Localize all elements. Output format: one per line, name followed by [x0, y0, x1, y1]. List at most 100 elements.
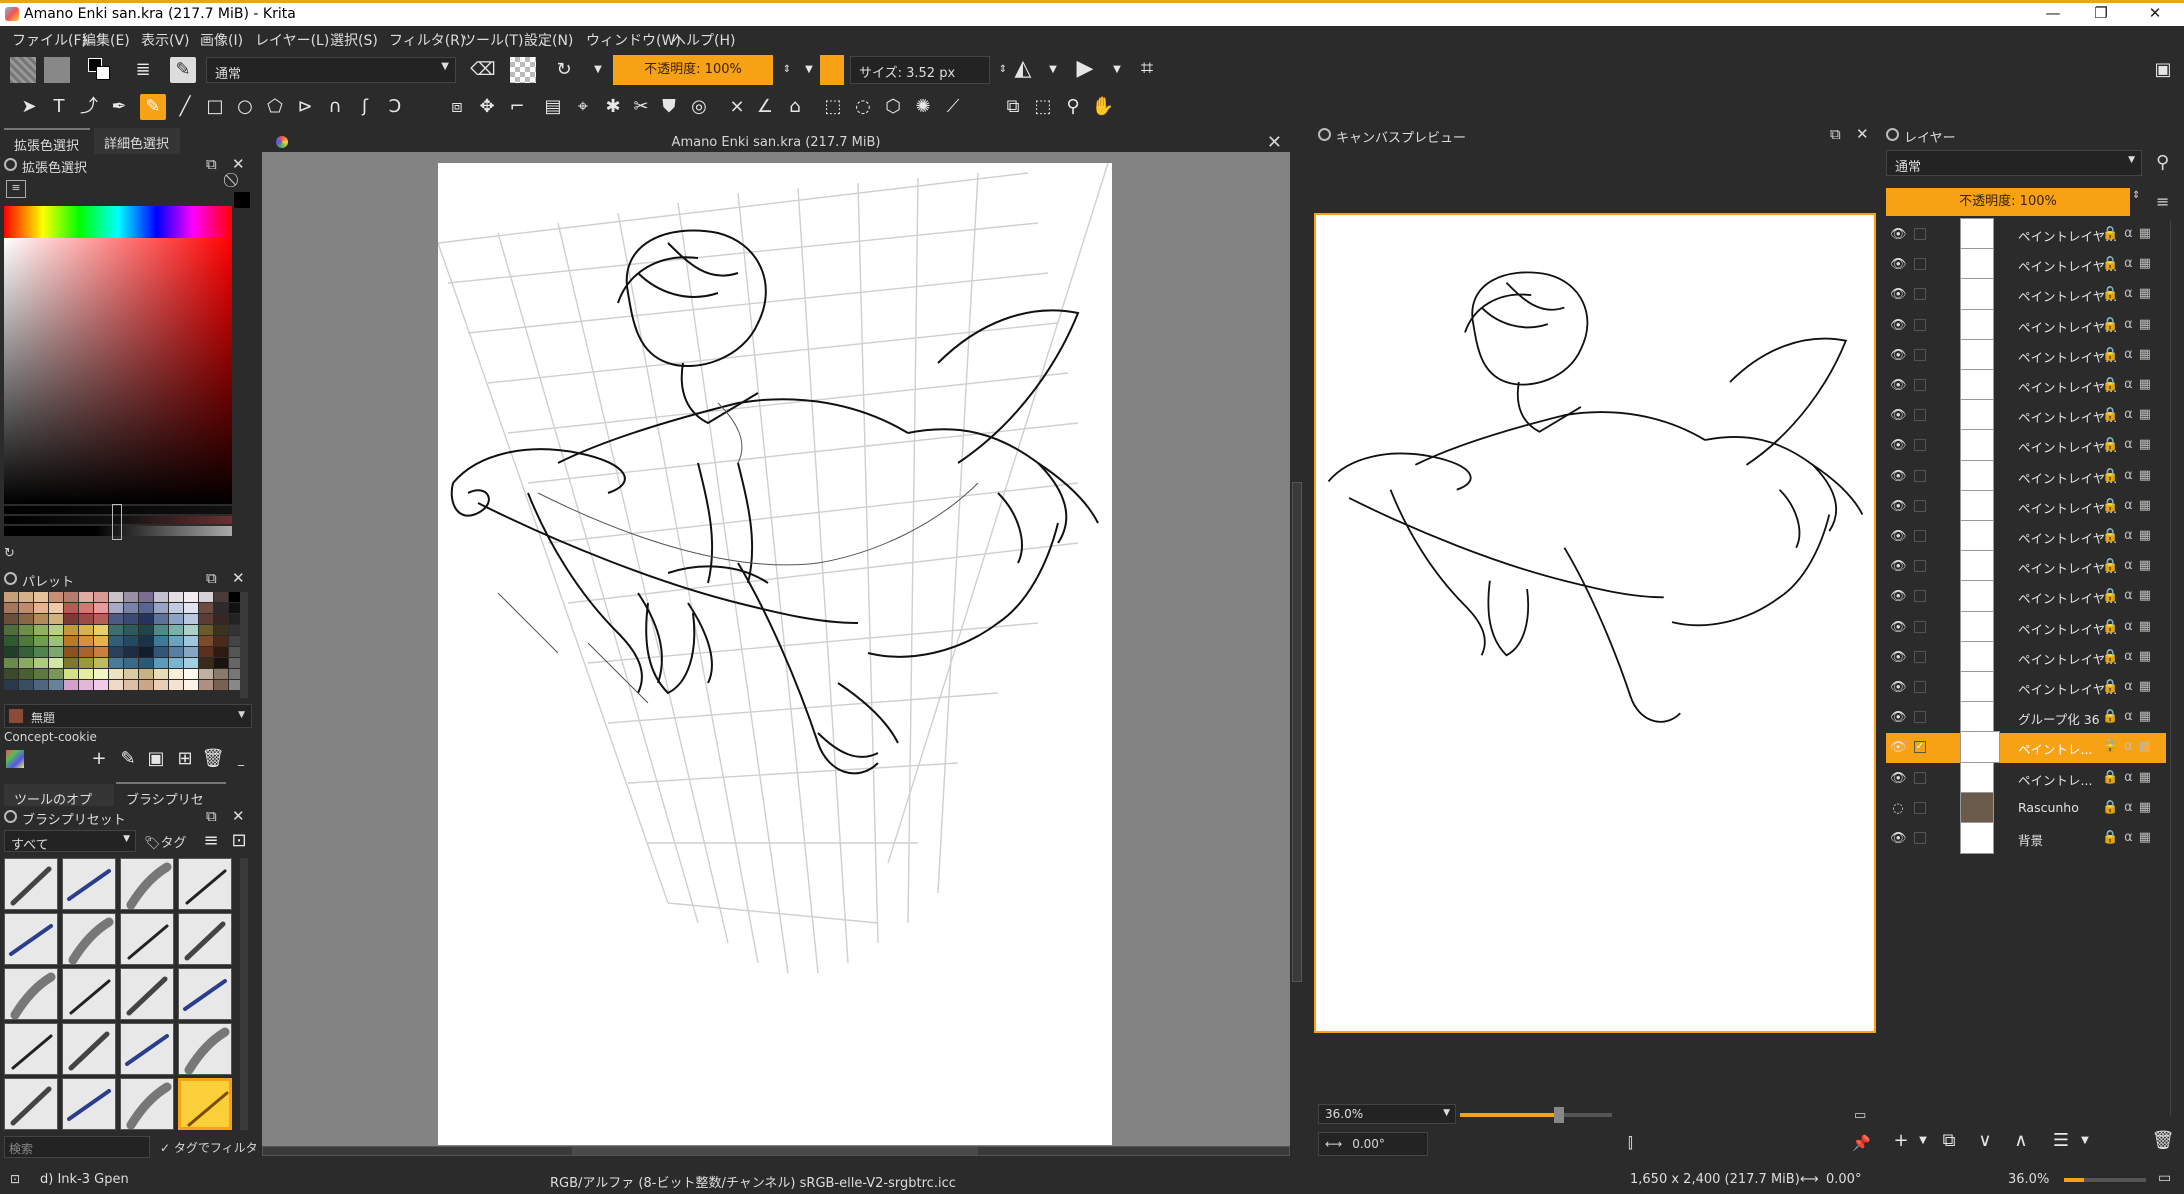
palette-swatch[interactable]	[94, 658, 108, 668]
view-mode-icon[interactable]: ≡	[198, 828, 224, 854]
layer-row[interactable]: 👁 ペイントレイヤ... 🔒α▦	[1886, 308, 2166, 341]
palette-swatch[interactable]	[19, 625, 33, 635]
eye-icon[interactable]: 👁	[1890, 771, 1907, 787]
add-icon[interactable]: +	[86, 746, 112, 772]
move-up-icon[interactable]: ∧	[2008, 1128, 2034, 1154]
reload-preset-icon[interactable]: ↻	[551, 57, 577, 83]
layer-row[interactable]: 👁 ペイントレイヤ... 🔒α▦	[1886, 369, 2166, 401]
move-down-icon[interactable]: ∨	[1972, 1128, 1998, 1154]
layer-row[interactable]: 👁 ペイントレイヤ... 🔒α▦	[1886, 610, 2166, 643]
palette-swatch[interactable]	[109, 669, 123, 679]
palette-swatch[interactable]	[64, 658, 78, 668]
palette-swatch[interactable]	[184, 647, 198, 657]
palette-swatch[interactable]	[214, 658, 228, 668]
brush-preset-item[interactable]	[178, 913, 232, 965]
lock-icon[interactable]	[4, 572, 17, 585]
palette-swatch[interactable]	[154, 614, 168, 624]
enclose-fill-icon[interactable]: ◎	[686, 94, 712, 120]
magnetic-select-icon[interactable]: ⧉	[1000, 94, 1026, 120]
palette-swatch[interactable]	[79, 625, 93, 635]
layer-select-checkbox[interactable]	[1914, 681, 1926, 693]
brush-preset-item[interactable]	[178, 1078, 232, 1130]
layer-row[interactable]: 👁 ペイントレイヤ... 🔒α▦	[1886, 459, 2166, 492]
palette-swatch[interactable]	[154, 680, 168, 690]
monitor-icon[interactable]: ▭	[1854, 1108, 1866, 1123]
chevron-down-icon[interactable]: ▼	[1910, 1128, 1936, 1154]
colorize-mask-icon[interactable]: ✱	[600, 94, 626, 120]
palette-swatch[interactable]	[169, 636, 183, 646]
fill-tool-icon[interactable]: ⛊	[656, 94, 682, 120]
eye-icon[interactable]: 👁	[1890, 438, 1907, 454]
eye-icon[interactable]: 👁	[1890, 408, 1907, 424]
eye-icon[interactable]: 👁	[1890, 227, 1907, 243]
palette-swatch[interactable]	[19, 658, 33, 668]
layer-select-checkbox[interactable]	[1914, 288, 1926, 301]
layer-options-icon[interactable]: ≡	[2156, 192, 2169, 211]
palette-swatch[interactable]	[199, 658, 213, 668]
chevron-down-icon[interactable]: ▼	[1040, 57, 1066, 83]
menu-file[interactable]: ファイル(F)	[12, 30, 87, 50]
palette-swatch[interactable]	[199, 625, 213, 635]
eye-icon[interactable]: ◌	[1890, 801, 1906, 817]
palette-swatch[interactable]	[94, 669, 108, 679]
layer-select-checkbox[interactable]	[1914, 228, 1926, 240]
brush-preset-item[interactable]	[178, 858, 232, 910]
eye-icon[interactable]: 👁	[1890, 650, 1907, 666]
palette-swatch[interactable]	[49, 625, 63, 635]
eye-icon[interactable]: 👁	[1890, 348, 1907, 364]
layer-blend-mode-dropdown[interactable]: 通常 ▼	[1886, 150, 2142, 176]
zoom-slider-track[interactable]	[2084, 1178, 2146, 1182]
chevron-down-icon[interactable]: ▼	[585, 57, 611, 83]
eye-icon[interactable]: 👁	[1890, 589, 1907, 605]
layer-row[interactable]: 👁 ペイントレイヤ... 🔒α▦	[1886, 338, 2166, 371]
layer-lock-alpha-icons[interactable]: 🔒α▦	[2102, 558, 2157, 573]
layer-lock-alpha-icons[interactable]: 🔒α▦	[2102, 256, 2157, 271]
palette-swatch[interactable]	[184, 625, 198, 635]
minimize-button[interactable]: —	[2038, 4, 2068, 26]
palette-swatch[interactable]	[169, 680, 183, 690]
palette-swatch[interactable]	[49, 669, 63, 679]
layer-row[interactable]: 👁 グループ化 36 🔒α▦	[1886, 701, 2166, 734]
eye-icon[interactable]: 👁	[1890, 318, 1907, 334]
saturation-value-square[interactable]	[4, 238, 232, 504]
palette-swatch[interactable]	[4, 592, 18, 602]
palette-swatch[interactable]	[199, 603, 213, 613]
freehand-path-icon[interactable]: ʃ	[352, 94, 378, 120]
palette-swatch[interactable]	[169, 625, 183, 635]
brush-search-input[interactable]: 検索	[4, 1136, 150, 1158]
ellipse-select-icon[interactable]: ◌	[850, 94, 876, 120]
preview-zoom-slider-fill[interactable]	[1460, 1113, 1564, 1117]
layer-row[interactable]: 👁 ペイントレイヤ... 🔒α▦	[1886, 429, 2166, 462]
brush-preset-item[interactable]	[120, 913, 174, 965]
lock-icon[interactable]	[1318, 128, 1331, 141]
palette-swatch[interactable]	[19, 680, 33, 690]
float-icon[interactable]: ⧉	[206, 807, 217, 825]
palette-swatch[interactable]	[139, 625, 153, 635]
rect-select-icon[interactable]: ⬚	[820, 94, 846, 120]
layer-lock-alpha-icons[interactable]: 🔒α▦	[2102, 437, 2157, 452]
preview-zoom-slider-handle[interactable]	[1554, 1107, 1564, 1123]
palette-swatch[interactable]	[79, 658, 93, 668]
palette-swatch[interactable]	[34, 669, 48, 679]
palette-swatch[interactable]	[34, 603, 48, 613]
palette-swatch[interactable]	[19, 636, 33, 646]
layer-select-checkbox[interactable]: ✓	[1914, 741, 1926, 754]
palette-swatch[interactable]	[154, 669, 168, 679]
crop-tool-icon[interactable]: ⌐	[504, 94, 530, 120]
layer-lock-alpha-icons[interactable]: 🔒α▦	[2102, 679, 2157, 694]
palette-swatch[interactable]	[79, 614, 93, 624]
layer-select-checkbox[interactable]	[1914, 379, 1926, 391]
palette-swatch[interactable]	[4, 636, 18, 646]
palette-swatch[interactable]	[139, 647, 153, 657]
layer-lock-alpha-icons[interactable]: 🔒α▦	[2102, 226, 2157, 241]
palette-swatch[interactable]	[124, 614, 138, 624]
palette-swatch[interactable]	[139, 636, 153, 646]
brush-preset-item[interactable]	[4, 913, 58, 965]
settings-icon[interactable]: ≡	[6, 180, 26, 198]
palette-swatch[interactable]	[109, 592, 123, 602]
palette-swatch[interactable]	[49, 592, 63, 602]
close-document-icon[interactable]: ✕	[1267, 132, 1282, 153]
delete-layer-icon[interactable]: 🗑	[2150, 1128, 2176, 1154]
zoom-tool-icon[interactable]: ⚲	[1060, 94, 1086, 120]
palette-swatch[interactable]	[49, 603, 63, 613]
